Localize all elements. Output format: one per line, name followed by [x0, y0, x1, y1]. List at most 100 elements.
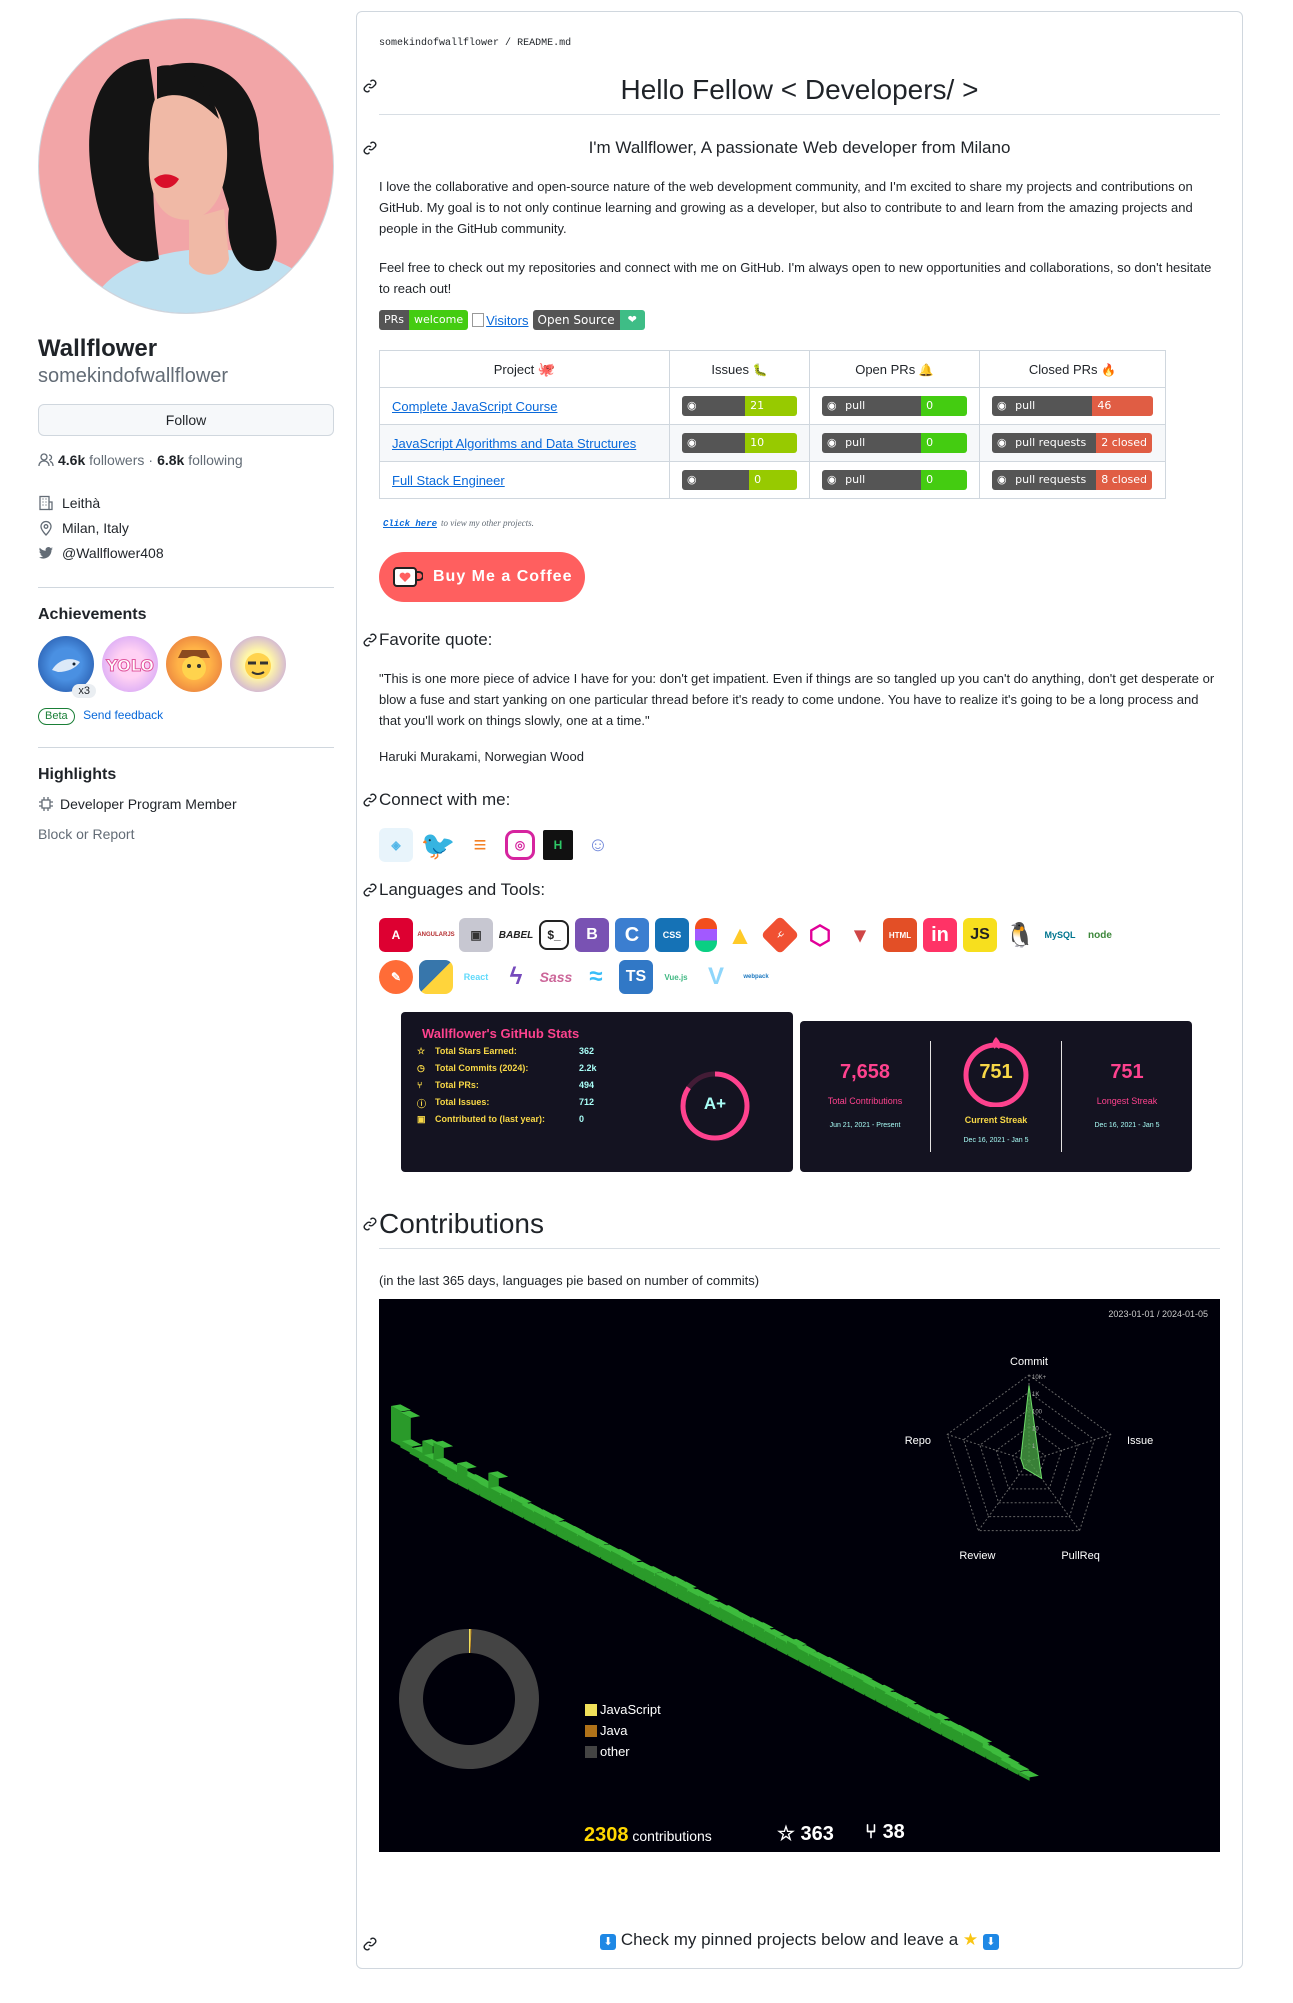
starstruck-badge[interactable]	[230, 636, 286, 692]
streak-card[interactable]: 7,658 Total Contributions Jun 21, 2021 -…	[800, 1021, 1192, 1172]
open-prs-badge[interactable]: ◉ pull requests0 open	[822, 433, 967, 453]
webpack-icon[interactable]: webpack	[739, 960, 773, 994]
anchor-link-icon[interactable]	[362, 140, 378, 156]
readme-panel: somekindofwallflower / README.md Hello F…	[356, 11, 1243, 1969]
python-icon[interactable]	[419, 960, 453, 994]
stackoverflow-icon[interactable]: ≡	[463, 828, 497, 862]
hackerrank-icon[interactable]: H	[543, 830, 573, 860]
nodejs-icon[interactable]: node	[1083, 918, 1117, 952]
graphql-icon[interactable]: ⬡	[803, 918, 837, 952]
breadcrumb-user[interactable]: somekindofwallflower	[379, 38, 499, 49]
codepen-icon[interactable]: ◈	[379, 828, 413, 862]
badge-value: 0 open	[921, 396, 967, 416]
avatar[interactable]	[38, 18, 334, 314]
html5-icon[interactable]: HTML	[883, 918, 917, 952]
longest-range: Dec 16, 2021 - Jan 5	[1094, 1122, 1160, 1129]
closed-prs-badge[interactable]: ◉ pull requests 2 closed	[992, 433, 1153, 453]
github-stats-card[interactable]: Wallflower's GitHub Stats ☆ Total Stars E…	[401, 1012, 793, 1172]
angularjs-icon[interactable]: ANGULARJS	[417, 918, 454, 952]
c-icon[interactable]: C	[615, 918, 649, 952]
stat-label: Total Issues:	[435, 1097, 490, 1107]
angular-icon[interactable]: A	[379, 918, 413, 952]
contributions-subtitle: (in the last 365 days, languages pie bas…	[379, 1273, 760, 1288]
badge-value: 2 closed	[1096, 433, 1153, 453]
project-link[interactable]: Complete JavaScript Course	[392, 399, 557, 414]
vuejs-icon[interactable]: Vue.js	[659, 960, 693, 994]
block-report-link[interactable]: Block or Report	[38, 826, 334, 842]
badge-label: ◉ issues	[682, 433, 746, 453]
css3-icon[interactable]: CSS	[655, 918, 689, 952]
highlights-section: Highlights Developer Program Member Bloc…	[38, 747, 334, 842]
radar-scale-label: 1K	[1032, 1392, 1039, 1398]
send-feedback-link[interactable]: Send feedback	[83, 708, 163, 722]
anchor-link-icon[interactable]	[362, 1216, 378, 1232]
postman-icon[interactable]: ✎	[379, 960, 413, 994]
stat-label: Contributed to (last year):	[435, 1114, 546, 1124]
issues-badge[interactable]: ◉ issues21 open	[682, 396, 797, 416]
yolo-badge[interactable]: YOLO	[102, 636, 158, 692]
follow-button[interactable]: Follow	[38, 404, 334, 436]
react-icon[interactable]: React	[459, 960, 493, 994]
vue-v-icon[interactable]: V	[699, 960, 733, 994]
contrib-forks: ⑂ 38	[865, 1821, 905, 1844]
legend-label: JavaScript	[600, 1702, 661, 1717]
git-icon[interactable]: ⑂	[760, 915, 800, 955]
table-row: Full Stack Engineer ◉ issues0 open ◉ pul…	[379, 461, 1166, 499]
open-prs-badge[interactable]: ◉ pull requests0 open	[822, 470, 967, 490]
mysql-icon[interactable]: MySQL	[1043, 918, 1077, 952]
twitter-icon[interactable]: 🐦	[421, 828, 456, 862]
tailwind-icon[interactable]: ≈	[579, 960, 613, 994]
babel-icon[interactable]: BABEL	[499, 918, 533, 952]
project-link[interactable]: Full Stack Engineer	[392, 473, 505, 488]
legend-swatch	[585, 1724, 597, 1737]
click-here-link[interactable]: Click here	[383, 519, 437, 529]
twitter-link[interactable]: @Wallflower408	[62, 545, 164, 561]
appwrite-icon[interactable]: ▣	[459, 918, 493, 952]
anchor-link-icon[interactable]	[362, 78, 378, 94]
issues-badge[interactable]: ◉ issues0 open	[682, 470, 797, 490]
redux-icon[interactable]: ϟ	[499, 960, 533, 994]
projects-table: Project 🐙 Issues 🐛 Open PRs 🔔 Closed PRs…	[379, 350, 1166, 499]
open-prs-badge[interactable]: ◉ pull requests0 open	[822, 396, 967, 416]
prs-welcome-badge[interactable]: PRs welcome	[379, 310, 469, 330]
issues-badge[interactable]: ◉ issues10 open	[682, 433, 797, 453]
followers-label: followers	[89, 452, 145, 468]
badge-value: 0 open	[749, 470, 797, 490]
stats-row: ☆ Total Stars Earned: 362	[417, 1046, 594, 1057]
sass-icon[interactable]: Sass	[539, 960, 573, 994]
gulp-icon[interactable]: ▾	[843, 918, 877, 952]
followers-link[interactable]: 4.6k followers	[58, 452, 144, 468]
quickdraw-badge[interactable]	[166, 636, 222, 692]
linux-icon[interactable]: 🐧	[1003, 918, 1037, 952]
table-row: JavaScript Algorithms and Data Structure…	[379, 424, 1166, 462]
badge-value: 21 open	[745, 396, 797, 416]
anchor-link-icon[interactable]	[362, 632, 378, 648]
total-contributions-block: 7,658 Total Contributions Jun 21, 2021 -…	[800, 1061, 930, 1129]
bash-icon[interactable]: $_	[539, 920, 569, 950]
anchor-link-icon[interactable]	[362, 1936, 378, 1952]
following-link[interactable]: 6.8k following	[157, 452, 243, 468]
contributions-heading: Contributions	[379, 1208, 1220, 1249]
firebase-icon[interactable]: ▲	[723, 918, 757, 952]
down-arrow-icon: ⬇	[982, 1934, 999, 1950]
current-range: Dec 16, 2021 - Jan 5	[963, 1137, 1029, 1144]
invision-icon[interactable]: in	[923, 918, 957, 952]
open-source-badge[interactable]: Open Source ❤	[532, 310, 645, 330]
figma-icon[interactable]	[695, 918, 717, 952]
radar-scale-label: 10	[1032, 1427, 1039, 1433]
bootstrap-icon[interactable]: B	[575, 918, 609, 952]
anchor-link-icon[interactable]	[362, 882, 378, 898]
buy-me-a-coffee-button[interactable]: Buy Me a Coffee	[379, 552, 585, 602]
typescript-icon[interactable]: TS	[619, 960, 653, 994]
intro-heading: I'm Wallflower, A passionate Web develop…	[588, 138, 1011, 157]
visitors-badge[interactable]: Visitors	[472, 313, 529, 328]
closed-prs-badge[interactable]: ◉ pull requests46 closed	[992, 396, 1153, 416]
closed-prs-badge[interactable]: ◉ pull requests 8 closed	[992, 470, 1153, 490]
radar-axis	[947, 1433, 1030, 1462]
anchor-link-icon[interactable]	[362, 792, 378, 808]
instagram-icon[interactable]: ◎	[505, 830, 535, 860]
javascript-icon[interactable]: JS	[963, 918, 997, 952]
discord-icon[interactable]: ☺	[581, 828, 615, 862]
project-link[interactable]: JavaScript Algorithms and Data Structure…	[392, 436, 636, 451]
shark-badge[interactable]: x3	[38, 636, 96, 698]
